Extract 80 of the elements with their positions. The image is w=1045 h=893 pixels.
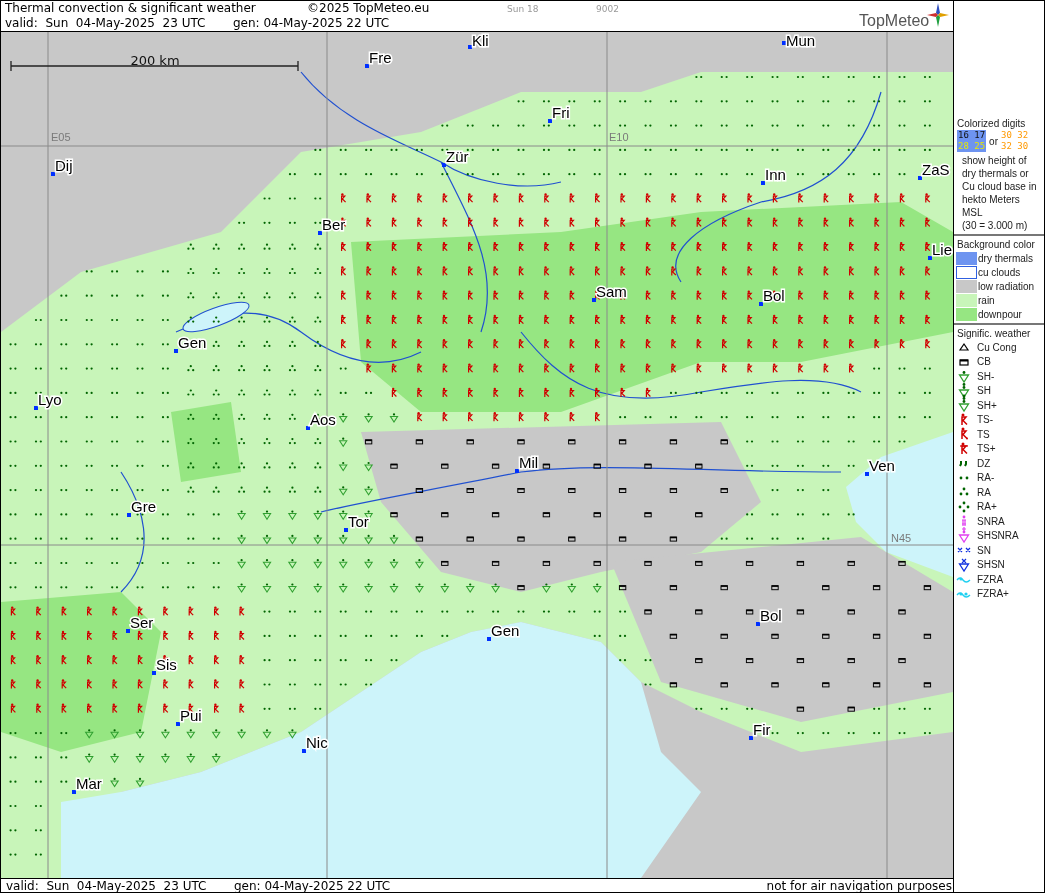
city-label: Mar (76, 775, 102, 792)
city-label: Gen (491, 622, 520, 639)
legend-title: Signific. weather (956, 327, 1032, 340)
legend-title: Background color (956, 238, 1036, 251)
scale-label: 200 km (130, 53, 180, 68)
city-label: Bol (760, 607, 782, 624)
city-label: Ber (322, 216, 346, 233)
legend-label: SHSN (977, 558, 1005, 572)
thunderstorm-icon (957, 441, 971, 456)
city-label: ZaS (922, 161, 950, 178)
legend-label: SH (977, 384, 991, 398)
coordinate-label: E10 (609, 131, 629, 143)
star-logo-icon (927, 3, 949, 27)
legend-note: show height of dry thermals or Cu cloud base in hekto Meters MSL (961, 154, 1038, 219)
city-label: Ser (130, 614, 154, 631)
logo-text: TopMeteo (858, 12, 930, 31)
legend-label: cu clouds (978, 265, 1021, 279)
city-label: Sam (596, 283, 627, 300)
city-label: Lyo (38, 391, 62, 408)
city-label: Nic (306, 734, 328, 751)
digit-sample: 16 17 (958, 130, 986, 141)
map-title: Thermal convection & significant weather (5, 1, 257, 16)
city-label: Tor (348, 513, 369, 530)
city-label: Pui (180, 707, 202, 724)
legend-label: downpour (978, 307, 1022, 321)
coordinate-label: N45 (891, 532, 912, 544)
or-text: or (989, 135, 998, 147)
rain-dots-icon (957, 499, 971, 514)
legend-label: RA- (977, 471, 995, 485)
city-label: Gen (178, 334, 207, 351)
city-label: Gre (131, 498, 156, 515)
legend-example: (30 = 3.000 m) (961, 219, 1029, 232)
legend-label: dry thermals (978, 251, 1033, 265)
city-label: Fri (552, 104, 570, 121)
legend-label: SNRA (977, 514, 1005, 528)
legend-label: SHSNRA (977, 529, 1019, 543)
legend-label: CB (977, 355, 991, 369)
digit-sample: 30 32 (1001, 130, 1029, 141)
shower-triangle-icon (957, 383, 971, 398)
city-label: Mun (786, 32, 816, 49)
legend-label: TS+ (977, 442, 996, 456)
city-label: Lie (932, 241, 953, 258)
legend-label: TS (977, 427, 990, 441)
legend-label: SH- (977, 369, 995, 383)
valid-time: valid: Sun 04-May-2025 23 UTC (6, 879, 208, 892)
shower-triangle-icon (957, 369, 971, 384)
city-label: Zür (446, 148, 469, 165)
legend-label: DZ (977, 456, 991, 470)
legend-label: FZRA (977, 572, 1004, 586)
city-label: Sis (156, 656, 177, 673)
legend-label: SN (977, 543, 991, 557)
valid-time: valid: Sun 04-May-2025 23 UTC (5, 16, 207, 31)
city-label: Fre (369, 49, 392, 66)
code-label: 9002 (596, 3, 619, 16)
legend-label: low radiation (978, 279, 1035, 293)
city-label: Mil (519, 454, 539, 471)
legend-label: TS- (977, 413, 994, 427)
digit-sample: 32 30 (1001, 141, 1029, 152)
city-label: Ven (869, 457, 895, 474)
legend-label: FZRA+ (977, 587, 1009, 601)
generated-time: gen: 04-May-2025 22 UTC (234, 879, 392, 892)
legend-label: RA+ (977, 500, 997, 514)
city-label: Fir (753, 721, 771, 738)
generated-time: gen: 04-May-2025 22 UTC (233, 16, 390, 31)
legend-title: Colorized digits (956, 117, 1027, 130)
legend-label: rain (978, 293, 995, 307)
city-label: Kli (472, 32, 489, 49)
legend-label: SH+ (977, 398, 997, 412)
city-label: Dij (55, 157, 73, 174)
copyright-text: ©2025 TopMeteo.eu (307, 1, 431, 16)
sleet-shower-icon (957, 528, 971, 543)
legend-label: Cu Cong (977, 340, 1017, 354)
city-label: Aos (310, 411, 336, 428)
digit-sample: 28 25 (958, 141, 986, 152)
run-label: Sun 18 (507, 3, 540, 16)
disclaimer-text: not for air navigation purposes (766, 879, 953, 892)
legend-label: RA (977, 485, 991, 499)
coordinate-label: E05 (51, 131, 71, 143)
city-label: Inn (765, 166, 786, 183)
snow-shower-icon (957, 557, 971, 572)
